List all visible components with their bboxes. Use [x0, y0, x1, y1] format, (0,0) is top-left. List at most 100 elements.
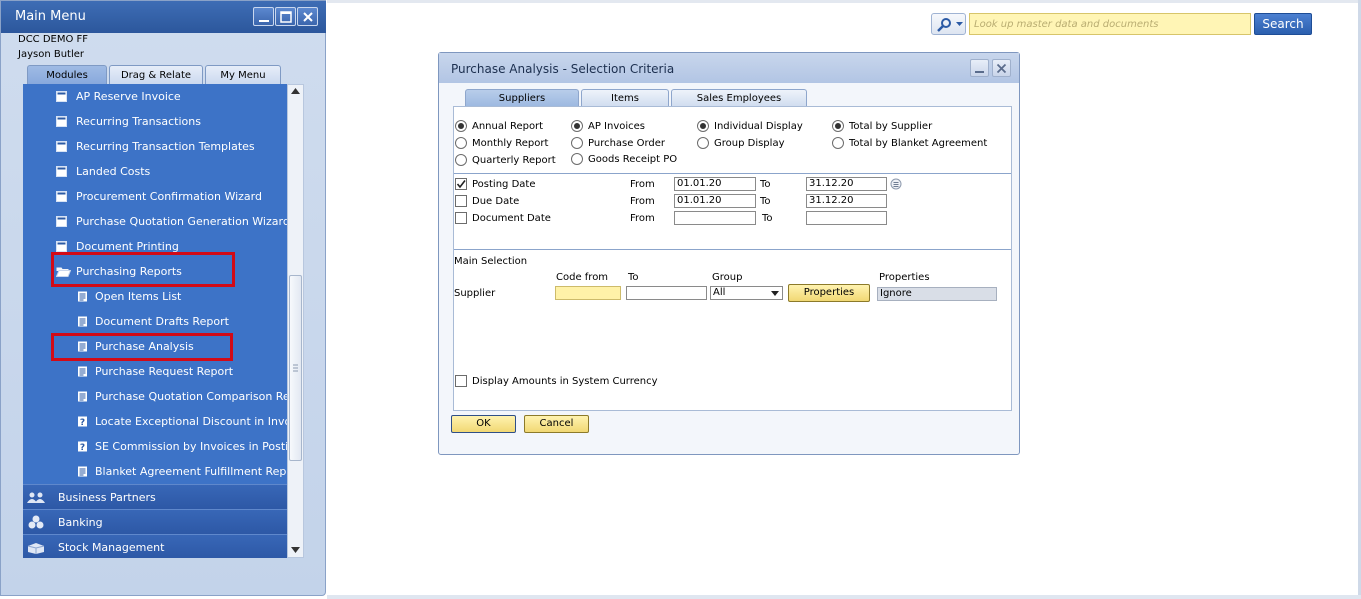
- due-date-from-field[interactable]: 01.01.20: [674, 194, 756, 208]
- radio-quarterly-report[interactable]: [455, 154, 467, 166]
- form-icon: [56, 141, 67, 152]
- report-icon: [78, 466, 87, 477]
- minimize-button[interactable]: [253, 7, 274, 26]
- due-date-checkbox[interactable]: [455, 195, 467, 207]
- document-date-checkbox[interactable]: [455, 212, 467, 224]
- due-date-from-label: From: [630, 196, 655, 207]
- form-icon: [56, 116, 67, 127]
- search-icon: [937, 18, 951, 32]
- scroll-down-icon[interactable]: [291, 547, 300, 553]
- scroll-up-icon[interactable]: [291, 88, 300, 94]
- user-name: Jayson Butler: [18, 49, 85, 60]
- chevron-down-icon: [771, 291, 779, 296]
- posting-date-from-field[interactable]: 01.01.20: [674, 177, 756, 191]
- document-date-to-field[interactable]: [806, 211, 887, 225]
- system-currency-label: Display Amounts in System Currency: [472, 376, 658, 387]
- banking-icon: [28, 515, 44, 529]
- menu-item-purchase-request-report[interactable]: Purchase Request Report: [23, 359, 287, 384]
- ok-button[interactable]: OK: [451, 415, 516, 433]
- report-icon: [78, 291, 87, 302]
- due-date-to-label: To: [760, 196, 771, 207]
- stock-management-icon: [27, 543, 45, 554]
- radio-individual-display[interactable]: [697, 120, 709, 132]
- minimize-icon: [975, 71, 984, 73]
- radio-quarterly-report-label: Quarterly Report: [472, 155, 556, 166]
- close-icon: [303, 12, 313, 22]
- top-strip: [327, 0, 1361, 3]
- menu-item-document-drafts-report[interactable]: Document Drafts Report: [23, 309, 287, 334]
- search-button[interactable]: Search: [1254, 13, 1312, 35]
- dialog-minimize-button[interactable]: [970, 59, 989, 77]
- menu-item-recurring-transaction-templates[interactable]: Recurring Transaction Templates: [23, 134, 287, 159]
- main-menu-titlebar[interactable]: Main Menu: [1, 1, 326, 33]
- radio-goods-receipt-po[interactable]: [571, 153, 583, 165]
- scrollbar-thumb[interactable]: [289, 275, 302, 461]
- form-icon: [56, 91, 67, 102]
- supplier-label: Supplier: [454, 288, 496, 299]
- business-partners-icon: [27, 492, 45, 503]
- supplier-code-to-field[interactable]: [626, 286, 707, 300]
- dialog-titlebar[interactable]: Purchase Analysis - Selection Criteria: [439, 53, 1019, 83]
- radio-total-by-supplier[interactable]: [832, 120, 844, 132]
- group-select[interactable]: All: [710, 286, 783, 300]
- divider: [454, 249, 1011, 250]
- menu-item-open-items-list[interactable]: Open Items List: [23, 284, 287, 309]
- menu-item-purchase-quotation-generation-wizard[interactable]: Purchase Quotation Generation Wizard: [23, 209, 287, 234]
- tab-my-menu[interactable]: My Menu: [205, 65, 281, 85]
- menu-item-purchase-quotation-comparison-report[interactable]: Purchase Quotation Comparison Repo: [23, 384, 287, 409]
- radio-total-by-blanket-agreement-label: Total by Blanket Agreement: [849, 138, 988, 149]
- tab-suppliers[interactable]: Suppliers: [465, 89, 579, 107]
- dialog-close-button[interactable]: [992, 59, 1011, 77]
- module-banking[interactable]: Banking: [23, 509, 287, 534]
- radio-total-by-supplier-label: Total by Supplier: [849, 121, 933, 132]
- main-menu-window: Main Menu DCC DEMO FF Jayson Butler Modu…: [0, 0, 326, 596]
- posting-date-checkbox[interactable]: [455, 178, 467, 190]
- menu-item-recurring-transactions[interactable]: Recurring Transactions: [23, 109, 287, 134]
- search-scope-button[interactable]: [931, 13, 966, 35]
- list-icon[interactable]: [890, 178, 902, 190]
- system-currency-checkbox[interactable]: [455, 375, 467, 387]
- posting-date-to-field[interactable]: 31.12.20: [806, 177, 887, 191]
- menu-item-blanket-agreement-fulfillment-report[interactable]: Blanket Agreement Fulfillment Report: [23, 459, 287, 484]
- menu-item-locate-exceptional-discount[interactable]: ? Locate Exceptional Discount in Invoice: [23, 409, 287, 434]
- close-icon: [996, 63, 1007, 74]
- purchase-analysis-dialog: Purchase Analysis - Selection Criteria S…: [438, 52, 1020, 455]
- supplier-code-from-field[interactable]: [555, 286, 621, 300]
- properties-button[interactable]: Properties: [788, 284, 870, 302]
- tab-drag-relate[interactable]: Drag & Relate: [109, 65, 203, 85]
- radio-purchase-order[interactable]: [571, 137, 583, 149]
- cancel-button[interactable]: Cancel: [524, 415, 589, 433]
- due-date-label: Due Date: [472, 196, 520, 207]
- radio-group-display[interactable]: [697, 137, 709, 149]
- module-stock-management[interactable]: Stock Management: [23, 534, 287, 558]
- form-icon: [56, 241, 67, 252]
- close-button[interactable]: [297, 7, 318, 26]
- maximize-icon: [280, 11, 292, 23]
- main-selection-heading: Main Selection: [454, 256, 528, 267]
- menu-item-se-commission-by-invoices[interactable]: ? SE Commission by Invoices in Posting: [23, 434, 287, 459]
- radio-total-by-blanket-agreement[interactable]: [832, 137, 844, 149]
- menu-item-landed-costs[interactable]: Landed Costs: [23, 159, 287, 184]
- company-name: DCC DEMO FF: [18, 34, 89, 45]
- radio-ap-invoices[interactable]: [571, 120, 583, 132]
- menu-item-procurement-confirmation-wizard[interactable]: Procurement Confirmation Wizard: [23, 184, 287, 209]
- maximize-button[interactable]: [275, 7, 296, 26]
- tab-modules[interactable]: Modules: [27, 65, 107, 85]
- search-input[interactable]: [969, 13, 1251, 35]
- radio-annual-report[interactable]: [455, 120, 467, 132]
- minimize-icon: [259, 20, 269, 22]
- document-date-from-field[interactable]: [674, 211, 756, 225]
- tab-sales-employees[interactable]: Sales Employees: [671, 89, 807, 107]
- radio-monthly-report-label: Monthly Report: [472, 138, 549, 149]
- radio-purchase-order-label: Purchase Order: [588, 138, 666, 149]
- due-date-to-field[interactable]: 31.12.20: [806, 194, 887, 208]
- module-business-partners[interactable]: Business Partners: [23, 484, 287, 509]
- radio-group-display-label: Group Display: [714, 138, 785, 149]
- svg-text:?: ?: [80, 418, 85, 427]
- menu-item-ap-reserve-invoice[interactable]: AP Reserve Invoice: [23, 84, 287, 109]
- menu-scrollbar[interactable]: [287, 84, 304, 558]
- radio-monthly-report[interactable]: [455, 137, 467, 149]
- query-icon: ?: [78, 441, 87, 452]
- tab-items[interactable]: Items: [581, 89, 669, 107]
- highlight-purchasing-reports: [51, 252, 235, 287]
